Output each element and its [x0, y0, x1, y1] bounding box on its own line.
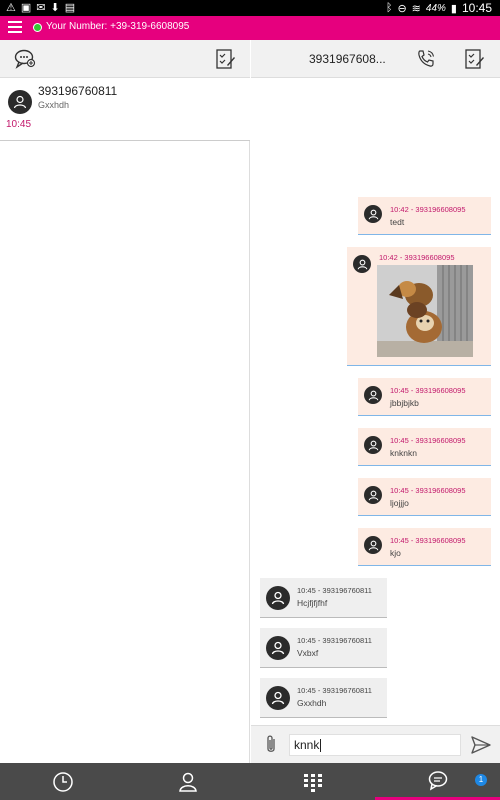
- message-meta: 10:42 - 393196608095: [390, 205, 466, 214]
- dialpad-icon[interactable]: [250, 763, 375, 800]
- avatar-icon: [364, 205, 382, 223]
- online-status-dot: [33, 23, 42, 32]
- battery-percentage: 44%: [425, 2, 446, 14]
- avatar-icon: [266, 586, 290, 610]
- briefcase-icon: ▤: [64, 2, 76, 14]
- clock: 10:45: [461, 1, 492, 15]
- message-input[interactable]: knnk: [289, 734, 461, 756]
- do-not-disturb-icon: ⊖: [397, 2, 407, 15]
- avatar-icon: [364, 536, 382, 554]
- conversation-item[interactable]: 393196760811 Gxxhdh 10:45: [0, 78, 250, 141]
- image-message-bubble[interactable]: 10:42 - 393196608095: [347, 247, 491, 366]
- message-meta: 10:45 - 393196608095: [390, 436, 466, 445]
- download-icon: ⬇: [50, 2, 60, 14]
- message-meta: 10:45 - 393196608095: [390, 486, 466, 495]
- avatar-icon: [364, 386, 382, 404]
- edit-chat-icon[interactable]: [462, 47, 486, 71]
- call-icon[interactable]: [414, 47, 438, 71]
- dog-photo[interactable]: [377, 265, 473, 357]
- message-text: knknkn: [390, 448, 417, 458]
- image-icon: ▣: [20, 2, 32, 14]
- message-meta: 10:45 - 393196608095: [390, 536, 466, 545]
- gmail-icon: ✉: [36, 2, 46, 14]
- new-chat-icon[interactable]: [13, 47, 37, 71]
- menu-icon[interactable]: [8, 21, 22, 35]
- avatar-icon: [364, 486, 382, 504]
- message-bubble[interactable]: 10:45 - 393196608095 jbbjbjkb: [358, 378, 491, 416]
- message-text: Vxbxf: [297, 648, 319, 658]
- send-icon[interactable]: [469, 733, 493, 757]
- conversation-list-panel: [0, 40, 250, 763]
- conversation-preview: Gxxhdh: [38, 100, 70, 110]
- avatar-icon: [364, 436, 382, 454]
- your-number-label: Your Number: +39-319-6608095: [46, 21, 190, 32]
- message-meta: 10:45 - 393196760811: [297, 636, 372, 645]
- attach-icon[interactable]: [259, 733, 283, 757]
- battery-icon: ▮: [450, 2, 457, 15]
- bottom-nav: 1: [0, 763, 500, 800]
- message-bubble[interactable]: 10:45 - 393196608095 knknkn: [358, 428, 491, 466]
- message-text: jbbjbjkb: [390, 398, 419, 408]
- wifi-icon: ≋: [411, 2, 421, 15]
- message-bubble[interactable]: 10:42 - 393196608095 tedt: [358, 197, 491, 235]
- contacts-icon[interactable]: [125, 763, 250, 800]
- message-text: Hcjfjfjfhf: [297, 598, 328, 608]
- chat-header: 3931967608...: [251, 40, 500, 78]
- message-meta: 10:42 - 393196608095: [379, 253, 455, 262]
- avatar-icon: [266, 686, 290, 710]
- message-bubble[interactable]: 10:45 - 393196608095 kjo: [358, 528, 491, 566]
- conversation-list-toolbar: [0, 40, 250, 78]
- message-meta: 10:45 - 393196760811: [297, 586, 372, 595]
- avatar-icon: [353, 255, 371, 273]
- chat-messages: 10:42 - 393196608095 tedt 10:42 - 393196…: [251, 78, 500, 725]
- status-bar: ⚠ ▣ ✉ ⬇ ▤ ᛒ ⊖ ≋ 44% ▮ 10:45: [0, 0, 500, 16]
- message-bubble[interactable]: 10:45 - 393196760811 Hcjfjfjfhf: [260, 578, 387, 618]
- message-text: kjo: [390, 548, 401, 558]
- message-meta: 10:45 - 393196760811: [297, 686, 372, 695]
- edit-list-icon[interactable]: [213, 47, 237, 71]
- avatar-icon: [8, 90, 32, 114]
- message-bubble[interactable]: 10:45 - 393196760811 Gxxhdh: [260, 678, 387, 718]
- history-icon[interactable]: [0, 763, 125, 800]
- bluetooth-icon: ᛒ: [385, 2, 393, 14]
- warning-icon: ⚠: [6, 2, 16, 14]
- avatar-icon: [266, 636, 290, 660]
- conversation-name: 393196760811: [38, 84, 118, 98]
- app-bar: Your Number: +39-319-6608095: [0, 16, 500, 40]
- chat-title: 3931967608...: [309, 52, 386, 66]
- message-composer: knnk: [251, 725, 500, 763]
- message-meta: 10:45 - 393196608095: [390, 386, 466, 395]
- message-bubble[interactable]: 10:45 - 393196608095 ljojjjo: [358, 478, 491, 516]
- message-text: ljojjjo: [390, 498, 409, 508]
- unread-badge: 1: [475, 774, 487, 786]
- message-text: Gxxhdh: [297, 698, 327, 708]
- message-bubble[interactable]: 10:45 - 393196760811 Vxbxf: [260, 628, 387, 668]
- conversation-time: 10:45: [6, 119, 32, 130]
- message-text: tedt: [390, 217, 405, 227]
